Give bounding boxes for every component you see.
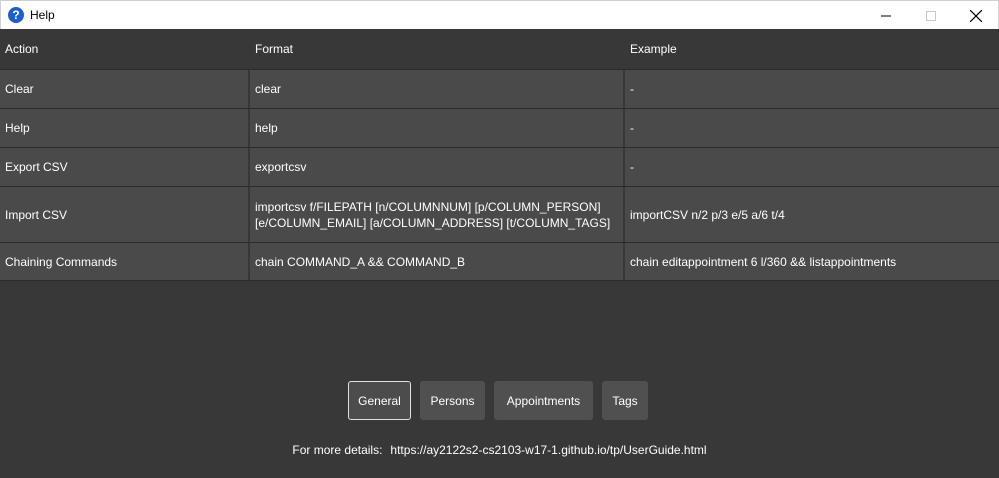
- format-cell: chain COMMAND_A && COMMAND_B: [250, 243, 625, 280]
- example-cell: -: [630, 160, 634, 174]
- maximize-button[interactable]: [908, 1, 954, 30]
- action-cell: Chaining Commands: [0, 243, 250, 280]
- action-cell: Clear: [0, 70, 250, 108]
- help-footer: For more details: https://ay2122s2-cs2103…: [0, 443, 999, 457]
- details-label: For more details:: [292, 443, 383, 457]
- example-cell: -: [630, 121, 634, 135]
- format-cell: exportcsv: [250, 148, 625, 186]
- example-cell: importCSV n/2 p/3 e/5 a/6 t/4: [630, 207, 785, 222]
- table-row[interactable]: Chaining Commands chain COMMAND_A && COM…: [0, 242, 999, 280]
- tab-persons[interactable]: Persons: [420, 381, 485, 420]
- example-cell: chain editappointment 6 l/360 && listapp…: [630, 254, 897, 269]
- column-header-example[interactable]: Example: [625, 29, 999, 69]
- table-header-row: Action Format Example: [0, 29, 999, 69]
- action-cell: Export CSV: [0, 148, 250, 186]
- help-content: Action Format Example Clear clear - Help…: [0, 29, 999, 478]
- format-line: importcsv f/FILEPATH [n/COLUMNNUM] [p/CO…: [255, 199, 601, 214]
- table-divider: [0, 280, 999, 281]
- example-cell: -: [630, 82, 634, 96]
- table-row[interactable]: Help help -: [0, 108, 999, 147]
- table-row[interactable]: Import CSV importcsv f/FILEPATH [n/COLUM…: [0, 186, 999, 242]
- question-icon: ?: [8, 7, 24, 23]
- close-button[interactable]: [953, 1, 999, 30]
- minimize-icon: [881, 15, 891, 16]
- tab-appointments[interactable]: Appointments: [494, 381, 593, 420]
- column-header-action[interactable]: Action: [0, 29, 250, 69]
- column-header-format[interactable]: Format: [250, 29, 625, 69]
- window-title: Help: [30, 8, 55, 22]
- help-tabs: General Persons Appointments Tags: [348, 381, 648, 420]
- user-guide-link[interactable]: https://ay2122s2-cs2103-w17-1.github.io/…: [390, 443, 706, 457]
- tab-general[interactable]: General: [348, 381, 411, 420]
- title-bar: ? Help: [0, 0, 999, 29]
- format-line: [e/COLUMN_EMAIL] [a/COLUMN_ADDRESS] [t/C…: [255, 215, 611, 230]
- action-cell: Import CSV: [0, 187, 250, 242]
- format-cell: clear: [250, 70, 625, 108]
- table-row[interactable]: Clear clear -: [0, 69, 999, 108]
- maximize-icon: [926, 10, 936, 21]
- minimize-button[interactable]: [863, 1, 909, 30]
- close-icon: [970, 9, 982, 22]
- command-table: Action Format Example Clear clear - Help…: [0, 29, 999, 281]
- action-cell: Help: [0, 109, 250, 147]
- table-row[interactable]: Export CSV exportcsv -: [0, 147, 999, 186]
- format-cell: help: [250, 109, 625, 147]
- tab-tags[interactable]: Tags: [602, 381, 648, 420]
- format-cell: importcsv f/FILEPATH [n/COLUMNNUM] [p/CO…: [250, 187, 625, 242]
